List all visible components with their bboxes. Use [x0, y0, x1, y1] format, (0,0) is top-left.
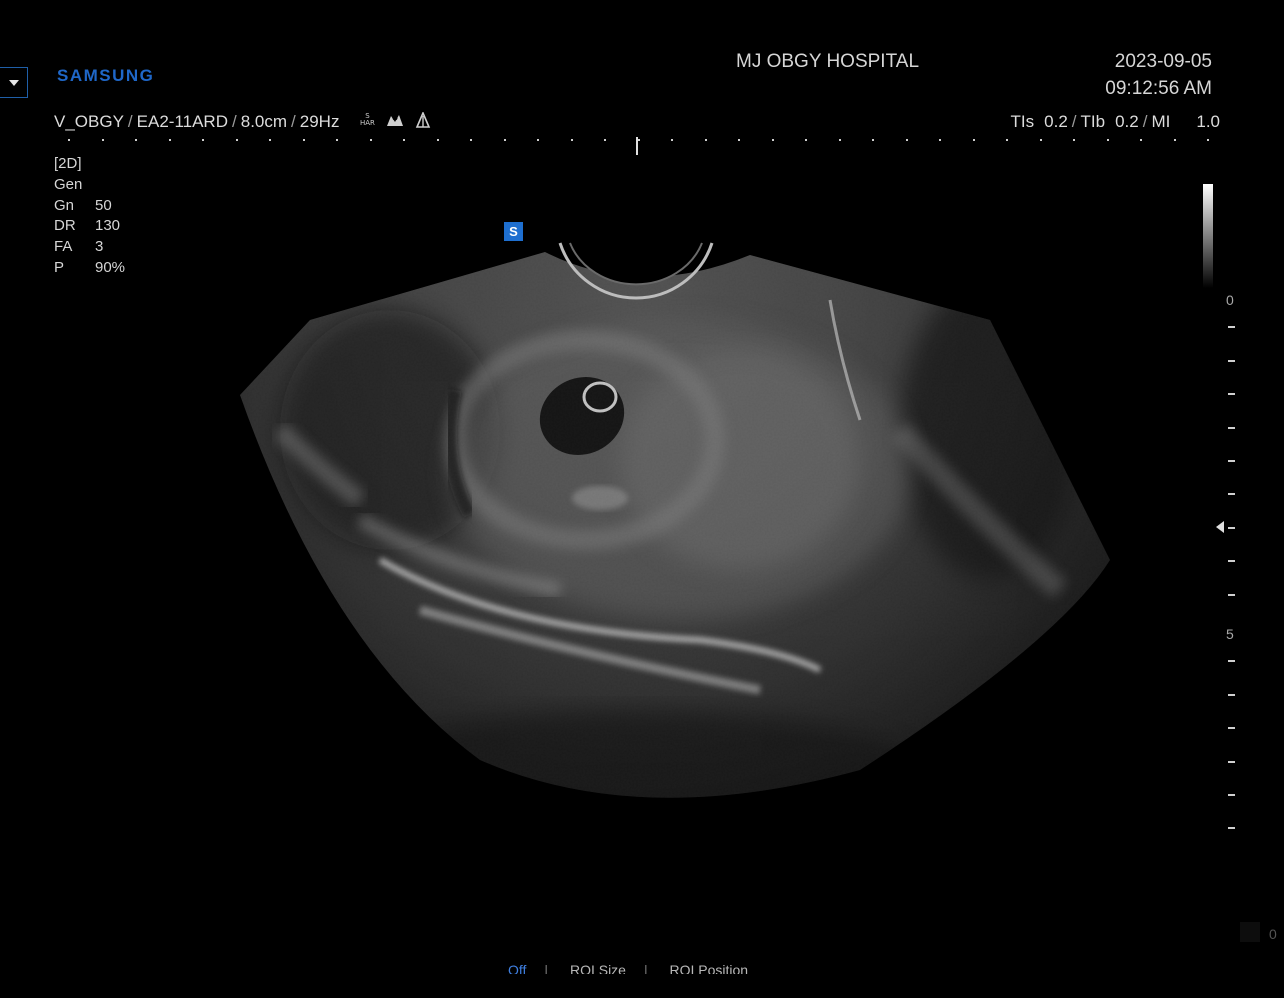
- mode-icons: S HAR: [360, 112, 431, 128]
- depth-tick: [1228, 359, 1235, 362]
- ruler-tick: [503, 139, 506, 141]
- depth-tick: [1228, 326, 1235, 329]
- setting-row-dynamic-range: DR 130: [54, 217, 121, 235]
- depth-tick: [1228, 593, 1235, 596]
- menu-item-roi-position[interactable]: ROI Position: [670, 962, 749, 974]
- ruler-tick: [905, 139, 908, 141]
- corner-value: 0: [1269, 926, 1277, 942]
- thermal-mechanical-index: TIs 0.2/TIb 0.2/MI 1.0: [1010, 112, 1220, 131]
- exam-date: 2023-09-05: [1114, 51, 1212, 72]
- tib-label: TIb: [1080, 112, 1106, 131]
- ruler-tick: [1039, 139, 1042, 141]
- menu-item-off[interactable]: Off: [508, 962, 526, 974]
- mode-label: [2D]: [54, 155, 82, 172]
- ultrasound-sector: [240, 252, 1110, 798]
- depth-tick: [1228, 526, 1235, 529]
- focus-marker-icon[interactable]: [1216, 521, 1224, 533]
- depth-tick: [1228, 760, 1235, 763]
- ruler-tick: [1006, 139, 1008, 141]
- ruler-tick: [235, 139, 238, 141]
- preset-name: Gen: [54, 175, 83, 193]
- depth-tick: [1228, 693, 1235, 696]
- corner-indicator: [1240, 922, 1260, 942]
- preset-label: V_OBGY: [54, 112, 124, 131]
- ruler-tick: [704, 139, 707, 141]
- ruler-tick: [135, 139, 137, 141]
- ruler-tick: [369, 139, 372, 141]
- ruler-tick: [570, 139, 573, 141]
- depth-tick: [1228, 560, 1235, 563]
- frame-rate-label: 29Hz: [299, 112, 340, 131]
- scan-parameters: V_OBGY / EA2-11ARD/8.0cm/29Hz: [54, 112, 340, 131]
- probe-label: EA2-11ARD: [136, 112, 228, 131]
- depth-tick: [1228, 794, 1235, 796]
- ruler-tick: [1207, 139, 1209, 141]
- orientation-marker: S: [504, 222, 523, 241]
- har-icon: S HAR: [360, 112, 375, 127]
- ruler-tick: [537, 139, 539, 141]
- grayscale-bar: [1203, 184, 1213, 288]
- ruler-tick: [101, 139, 104, 141]
- depth-label-5: 5: [1226, 626, 1234, 642]
- ruler-tick: [1140, 139, 1142, 141]
- ruler-tick: [202, 139, 204, 141]
- ruler-tick: [771, 139, 774, 141]
- ruler-tick: [403, 139, 405, 141]
- ruler-tick: [1173, 139, 1176, 141]
- ruler-tick: [738, 139, 740, 141]
- depth-scale: 0 5: [1216, 282, 1248, 842]
- ruler-tick: [872, 139, 874, 141]
- tis-value: 0.2: [1044, 112, 1068, 131]
- ruler-tick: [436, 139, 439, 141]
- depth-tick: [1228, 727, 1235, 730]
- beam-icon: [415, 112, 431, 128]
- ruler-tick: [269, 139, 271, 141]
- ruler-tick: [1073, 139, 1075, 141]
- center-line-marker: [636, 137, 638, 155]
- depth-label: 8.0cm: [240, 112, 288, 131]
- ruler-tick: [939, 139, 941, 141]
- ruler-tick: [168, 139, 171, 141]
- depth-tick: [1228, 460, 1235, 462]
- setting-row-frame-average: FA 3: [54, 238, 104, 256]
- brand-logo: SAMSUNG: [57, 66, 155, 85]
- depth-tick: [1228, 827, 1235, 830]
- mi-value: 1.0: [1196, 112, 1220, 131]
- tib-value: 0.2: [1115, 112, 1139, 131]
- tis-label: TIs: [1010, 112, 1035, 131]
- ruler-tick: [838, 139, 841, 141]
- ruler-tick: [336, 139, 338, 141]
- ruler-tick: [1106, 139, 1109, 141]
- depth-tick: [1228, 426, 1235, 429]
- exam-time: 09:12:56 AM: [1105, 78, 1212, 99]
- depth-tick: [1228, 393, 1235, 396]
- ruler-tick: [470, 139, 472, 141]
- ruler-tick: [671, 139, 673, 141]
- ruler-tick: [805, 139, 807, 141]
- menu-dropdown-button[interactable]: [0, 67, 28, 98]
- hospital-name: MJ OBGY HOSPITAL: [736, 51, 920, 72]
- ultrasound-screen: SAMSUNG MJ OBGY HOSPITAL 2023-09-05 09:1…: [0, 0, 1284, 998]
- image-settings-panel: [2D] Gen Gn 50 DR 130 FA 3 P 90%: [54, 154, 125, 279]
- depth-tick: [1228, 493, 1235, 496]
- sonography-mode-icon: [386, 115, 403, 126]
- ruler-tick: [972, 139, 975, 141]
- depth-tick: [1228, 660, 1235, 663]
- ruler-tick: [604, 139, 606, 141]
- bottom-softkey-menu: Off | ROI Size | ROI Position: [508, 962, 766, 974]
- menu-item-roi-size[interactable]: ROI Size: [570, 962, 626, 974]
- setting-row-gain: Gn 50: [54, 196, 112, 214]
- depth-label-0: 0: [1226, 292, 1234, 308]
- lateral-ruler: [60, 137, 1220, 157]
- ruler-tick: [68, 139, 70, 141]
- mi-label: MI: [1151, 112, 1171, 131]
- setting-row-power: P 90%: [54, 258, 126, 276]
- ruler-tick: [302, 139, 305, 141]
